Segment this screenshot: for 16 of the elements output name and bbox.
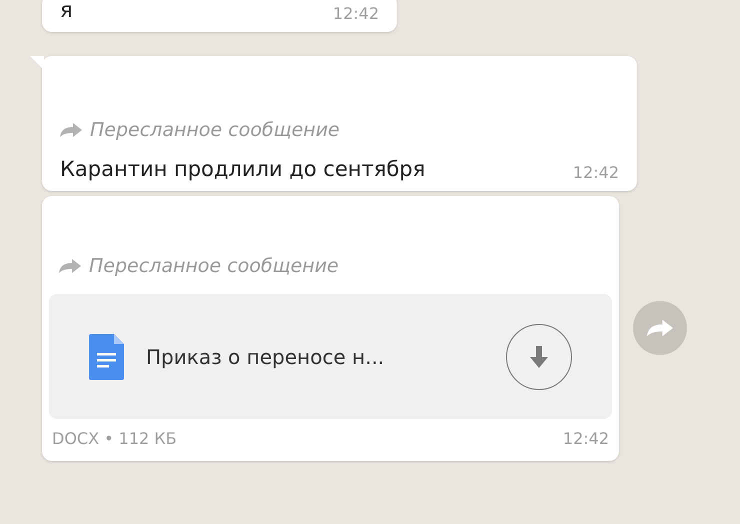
download-button[interactable] (506, 324, 572, 390)
file-info: DOCX • 112 КБ (52, 428, 177, 450)
forwarded-label: Пересланное сообщение (89, 254, 339, 278)
document-icon (89, 334, 124, 380)
forward-icon (647, 319, 673, 338)
message-text: Карантин продлили до сентября (60, 156, 426, 182)
forwarded-label: Пересланное сообщение (90, 118, 340, 143)
file-name: Приказ о переносе н... (146, 344, 386, 370)
download-icon (529, 346, 549, 368)
message-time: 12:42 (332, 3, 379, 25)
message-time: 12:42 (572, 162, 619, 184)
document-card[interactable]: Приказ о переносе н... (49, 294, 612, 419)
forward-icon (59, 258, 81, 273)
forward-icon (60, 123, 82, 138)
message-text: я (60, 0, 73, 24)
message-time: 12:42 (562, 428, 609, 450)
